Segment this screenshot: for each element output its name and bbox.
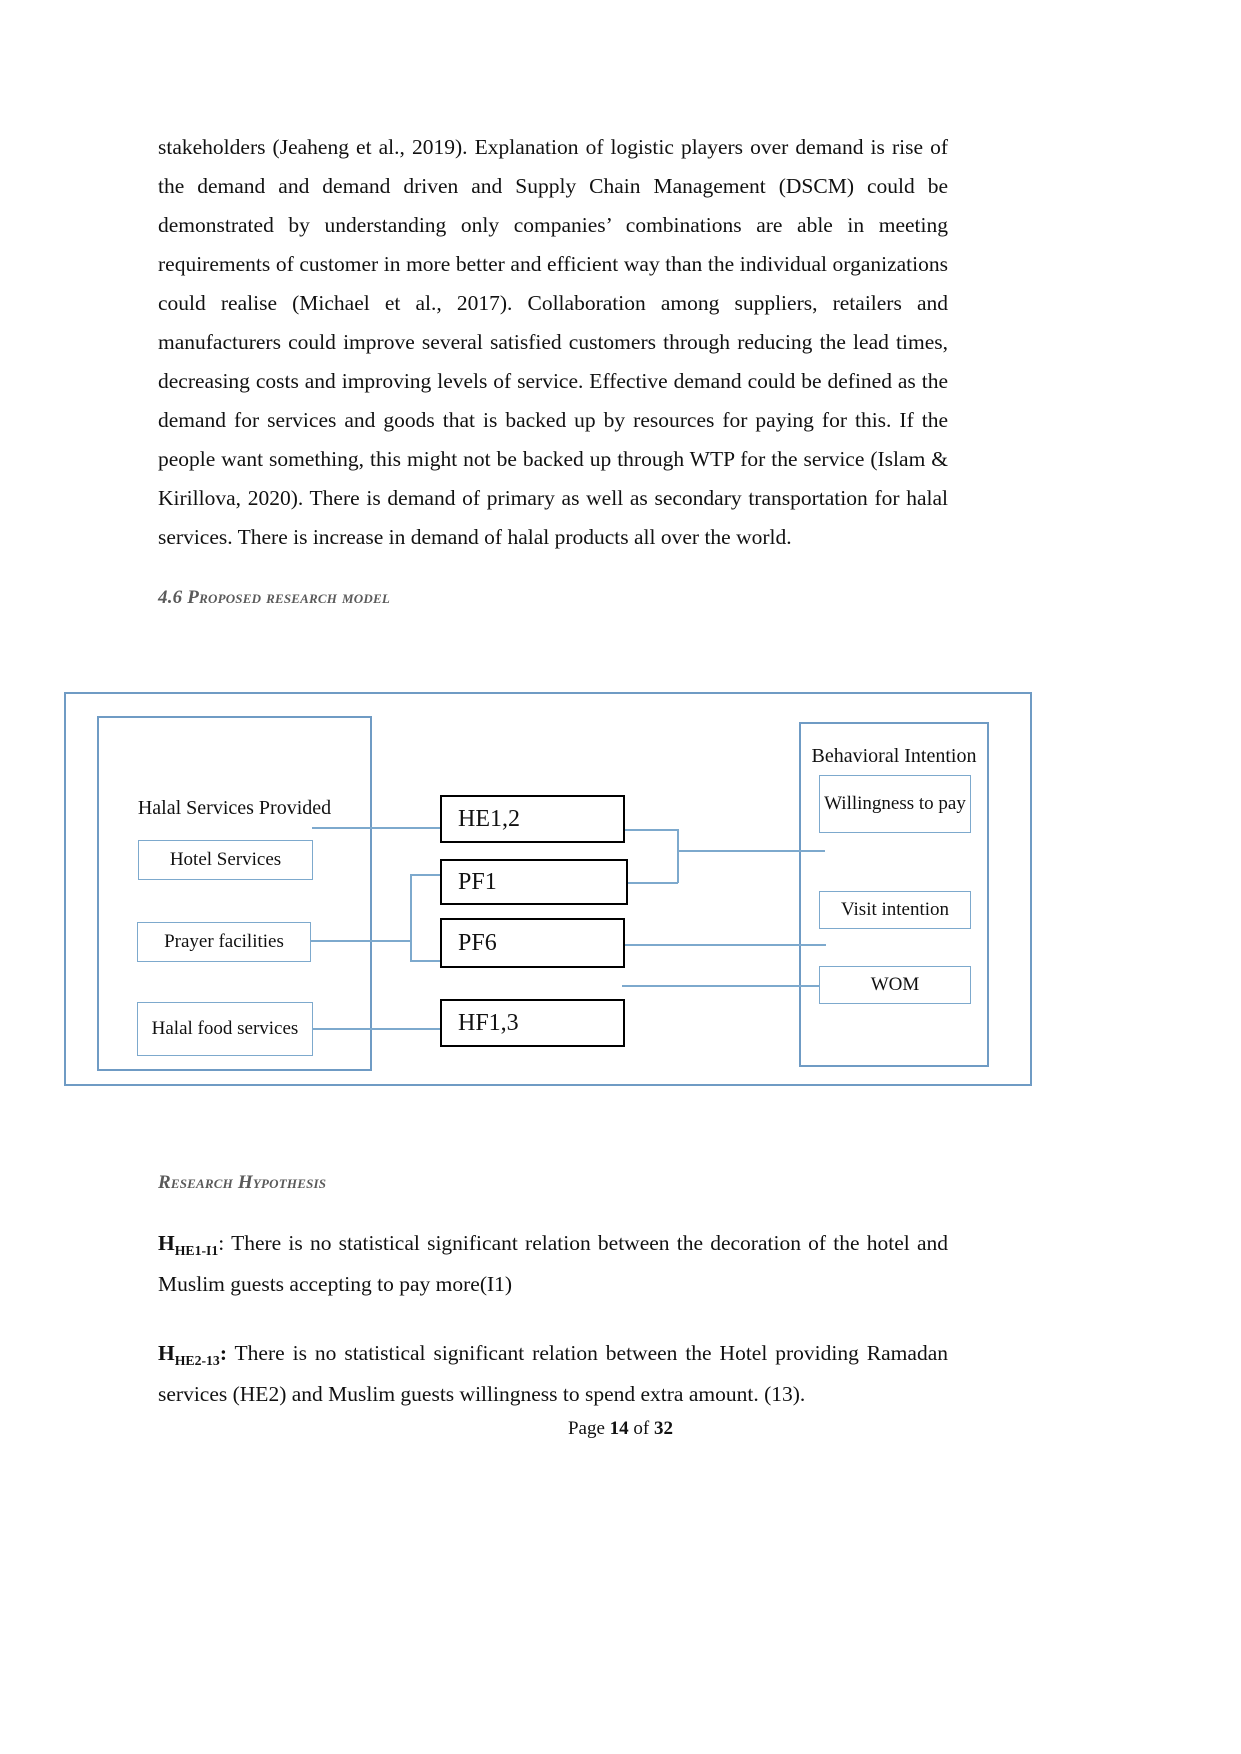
document-body: stakeholders (Jeaheng et al., 2019). Exp… [158,128,948,609]
connector-he12-right [622,829,678,831]
hypothesis-1-subscript: HE1-I1 [174,1242,219,1258]
document-page: stakeholders (Jeaheng et al., 2019). Exp… [0,0,1241,1754]
hypothesis-1-text: : There is no statistical significant re… [158,1231,948,1296]
box-wom: WOM [819,966,971,1004]
connector-merge-vertical [677,829,679,883]
hypothesis-2-colon: : [219,1341,227,1365]
connector-pf1-right [624,882,678,884]
connector-hf13-to-wom [622,985,826,987]
box-visit-intention: Visit intention [819,891,971,929]
box-pf1: PF1 [440,859,628,905]
connector-pf6-to-visit [622,944,826,946]
section-heading-4-6: 4.6 Proposed research model [158,587,390,608]
box-prayer-facilities: Prayer facilities [137,922,311,962]
hypothesis-2-label: H [158,1341,175,1365]
footer-current-page: 14 [609,1418,629,1439]
connector-food-to-hf13 [312,1028,446,1030]
connector-merge-to-wtp [677,850,825,852]
footer-total-pages: 32 [654,1418,673,1439]
box-he12: HE1,2 [440,795,625,843]
box-halal-food-services: Halal food services [137,1002,313,1056]
box-hf13: HF1,3 [440,999,625,1047]
connector-prayer-vertical [410,874,412,962]
hypothesis-1-label: H [158,1231,175,1255]
footer-prefix: Page [567,1418,610,1439]
box-pf6: PF6 [440,918,625,968]
hypothesis-section: Research Hypothesis HHE1-I1: There is no… [158,1172,948,1414]
hypothesis-2-subscript: HE2-13 [174,1352,220,1368]
box-hotel-services: Hotel Services [138,840,313,880]
footer-middle: of [628,1418,654,1439]
research-hypothesis-heading: Research Hypothesis [158,1172,327,1193]
connector-prayer-right [311,940,411,942]
page-footer: Page 14 of 32 [0,1418,1241,1440]
hypothesis-2-text: There is no statistical significant rela… [158,1341,948,1406]
connector-hotel-to-he12 [312,827,447,829]
group-left-title: Halal Services Provided [137,797,332,819]
box-willingness-to-pay: Willingness to pay [819,775,971,833]
hypothesis-2: HHE2-13: There is no statistical signifi… [158,1334,948,1414]
group-right-title: Behavioral Intention [811,745,977,767]
research-model-diagram: Halal Services Provided Hotel Services P… [64,692,1032,1086]
hypothesis-1: HHE1-I1: There is no statistical signifi… [158,1224,948,1304]
body-paragraph: stakeholders (Jeaheng et al., 2019). Exp… [158,135,948,549]
